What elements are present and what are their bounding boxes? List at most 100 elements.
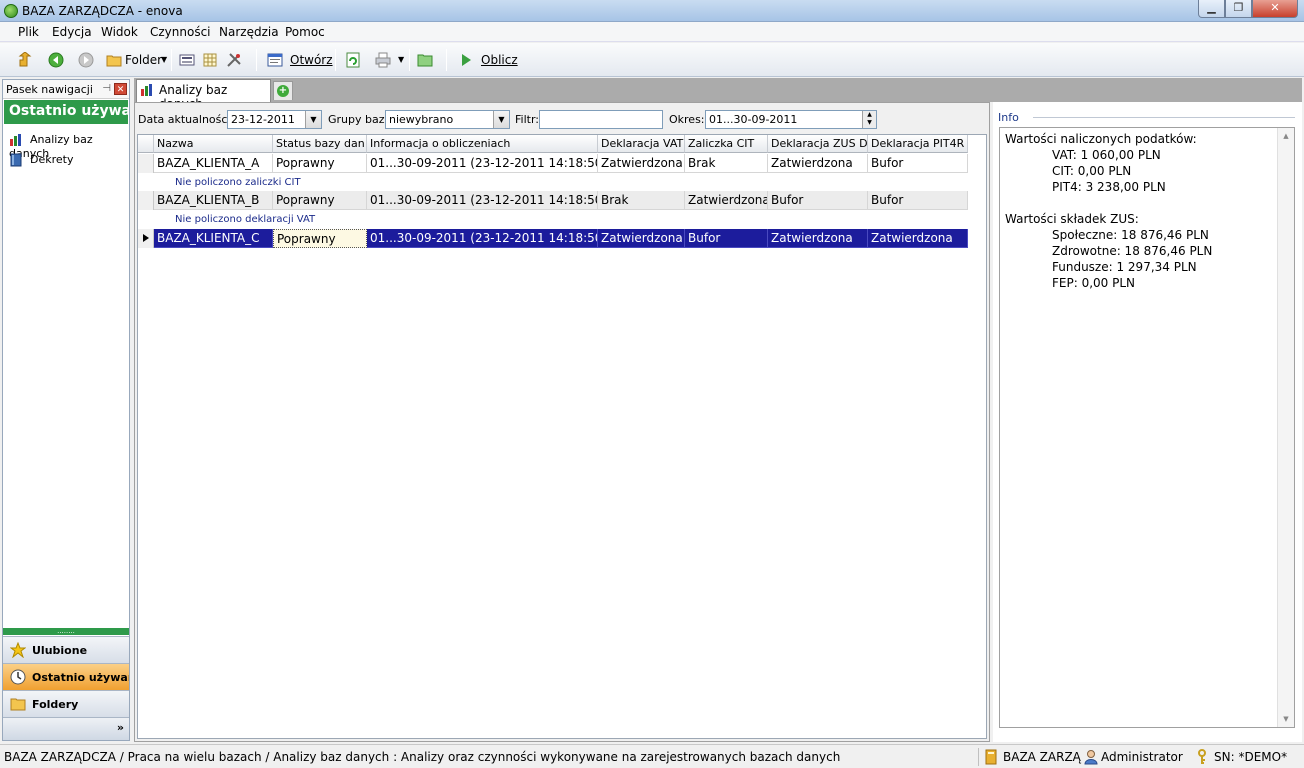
menu-czynnosci[interactable]: Czynności [150, 25, 211, 39]
cell-calc-info[interactable]: 01...30-09-2011 (23-12-2011 14:18:50) [367, 229, 598, 248]
row-indicator[interactable] [138, 154, 154, 173]
cell-vat[interactable]: Zatwierdzona [598, 154, 685, 173]
star-icon [10, 642, 26, 658]
cell-cit[interactable]: Bufor [685, 229, 768, 248]
spin-up-icon[interactable]: ▲ [863, 111, 876, 119]
close-pane-icon[interactable]: ✕ [114, 83, 127, 95]
cell-vat[interactable]: Zatwierdzona [598, 229, 685, 248]
info-summary-box: Wartości naliczonych podatków: VAT: 1 06… [999, 127, 1295, 728]
cell-pit4r[interactable]: Bufor [868, 191, 968, 210]
calculate-button[interactable]: Oblicz [481, 51, 518, 69]
cell-status[interactable]: Poprawny [273, 154, 367, 173]
toolbar: Folder ▼ Otwórz ▼ Oblicz [0, 43, 1304, 77]
open-icon[interactable] [267, 52, 283, 68]
refresh-icon[interactable] [345, 52, 361, 68]
print-icon[interactable] [375, 52, 391, 68]
play-icon[interactable] [458, 52, 474, 68]
close-button[interactable]: ✕ [1252, 0, 1298, 18]
splitter-grip[interactable]: ........ [3, 628, 129, 635]
toolbar-separator [256, 49, 257, 71]
column-header-calc-info[interactable]: Informacja o obliczeniach [367, 135, 598, 153]
grid-edit-icon[interactable] [203, 52, 219, 68]
more-buttons-icon[interactable]: » [117, 721, 124, 734]
folder-button[interactable]: Folder [125, 51, 162, 69]
tab-database-analysis[interactable]: Analizy baz danych [136, 79, 271, 111]
status-database[interactable]: BAZA ZARZĄ [1003, 750, 1081, 764]
cell-name[interactable]: BAZA_KLIENTA_B [154, 191, 273, 210]
green-folder-icon[interactable] [417, 52, 433, 68]
toolbar-separator [409, 49, 410, 71]
column-header-vat[interactable]: Deklaracja VAT [598, 135, 685, 153]
info-label: Info [998, 111, 1019, 124]
status-bar: BAZA ZARZĄDCZA / Praca na wielu bazach /… [0, 744, 1304, 768]
column-header-zus[interactable]: Deklaracja ZUS DR [768, 135, 868, 153]
date-label: Data aktualności: [138, 113, 235, 126]
form-icon[interactable] [179, 52, 195, 68]
cell-pit4r[interactable]: Zatwierdzona [868, 229, 968, 248]
back-icon[interactable] [48, 52, 64, 68]
print-dropdown-arrow[interactable]: ▼ [398, 51, 404, 69]
status-user[interactable]: Administrator [1101, 750, 1183, 764]
nav-button-favorites[interactable]: Ulubione [3, 636, 129, 663]
row-indicator[interactable] [138, 191, 154, 210]
zus-header: Wartości składek ZUS: [1005, 212, 1139, 226]
cell-cit[interactable]: Brak [685, 154, 768, 173]
info-pane: Info Wartości naliczonych podatków: VAT:… [993, 102, 1302, 742]
nav-button-folders[interactable]: Foldery [3, 690, 129, 717]
spin-down-icon[interactable]: ▼ [863, 119, 876, 127]
menu-narzedzia[interactable]: Narzędzia [219, 25, 279, 39]
cell-vat[interactable]: Brak [598, 191, 685, 210]
menu-widok[interactable]: Widok [101, 25, 138, 39]
pin-icon[interactable]: ⊣ [102, 83, 111, 94]
date-field[interactable]: 23-12-2011 ▼ [227, 110, 322, 129]
open-button[interactable]: Otwórz [290, 51, 333, 69]
column-header-cit[interactable]: Zaliczka CIT [685, 135, 768, 153]
book-icon [10, 153, 22, 167]
restore-button[interactable]: ❐ [1225, 0, 1252, 18]
cell-pit4r[interactable]: Bufor [868, 154, 968, 173]
column-header-pit4r[interactable]: Deklaracja PIT4R [868, 135, 968, 153]
cell-zus[interactable]: Bufor [768, 191, 868, 210]
menu-bar: Plik Edycja Widok Czynności Narzędzia Po… [0, 22, 1304, 42]
cell-calc-info[interactable]: 01...30-09-2011 (23-12-2011 14:18:50) [367, 154, 598, 173]
table-row[interactable]: BAZA_KLIENTA_B Poprawny 01...30-09-2011 … [154, 191, 968, 210]
table-row-selected[interactable]: BAZA_KLIENTA_C Poprawny 01...30-09-2011 … [154, 229, 968, 248]
row-note: Nie policzono zaliczki CIT [175, 177, 301, 188]
period-field[interactable]: 01...30-09-2011 ▲ ▼ [705, 110, 877, 129]
up-folder-icon[interactable] [17, 52, 33, 68]
column-header-status[interactable]: Status bazy dan [273, 135, 367, 153]
zus-line-funds: Fundusze: 1 297,34 PLN [1052, 260, 1197, 274]
current-row-indicator[interactable] [138, 229, 154, 248]
folder-icon[interactable] [106, 52, 122, 68]
period-spinner[interactable]: ▲ ▼ [862, 111, 876, 128]
info-scrollbar[interactable]: ▲ ▼ [1277, 128, 1294, 727]
menu-edycja[interactable]: Edycja [52, 25, 92, 39]
cell-name[interactable]: BAZA_KLIENTA_C [154, 229, 273, 248]
cell-zus[interactable]: Zatwierdzona [768, 154, 868, 173]
cell-name[interactable]: BAZA_KLIENTA_A [154, 154, 273, 173]
menu-pomoc[interactable]: Pomoc [285, 25, 325, 39]
cell-cit[interactable]: Zatwierdzona [685, 191, 768, 210]
groups-dropdown-arrow[interactable]: ▼ [493, 111, 509, 128]
cell-status[interactable]: Poprawny [273, 191, 367, 210]
row-note: Nie policzono deklaracji VAT [175, 214, 316, 225]
table-row[interactable]: BAZA_KLIENTA_A Poprawny 01...30-09-2011 … [154, 154, 968, 173]
folder-dropdown-arrow[interactable]: ▼ [161, 51, 167, 69]
cell-status-focused[interactable]: Poprawny [273, 229, 367, 248]
cell-calc-info[interactable]: 01...30-09-2011 (23-12-2011 14:18:50) [367, 191, 598, 210]
date-dropdown-arrow[interactable]: ▼ [305, 111, 321, 128]
minimize-button[interactable]: ▁ [1198, 0, 1225, 18]
cell-zus[interactable]: Zatwierdzona [768, 229, 868, 248]
nav-item-decrees[interactable]: Dekrety [9, 153, 73, 167]
scroll-up-icon[interactable]: ▲ [1278, 128, 1294, 144]
column-header-name[interactable]: Nazwa [154, 135, 273, 153]
nav-button-recent[interactable]: Ostatnio używan [3, 663, 129, 690]
forward-icon[interactable] [78, 52, 94, 68]
scroll-down-icon[interactable]: ▼ [1278, 711, 1294, 727]
menu-plik[interactable]: Plik [18, 25, 39, 39]
nav-item-label: Dekrety [30, 153, 74, 166]
groups-select[interactable]: niewybrano ▼ [385, 110, 510, 129]
filter-input[interactable] [539, 110, 663, 129]
tools-icon[interactable] [226, 52, 242, 68]
new-tab-button[interactable]: + [273, 81, 293, 100]
